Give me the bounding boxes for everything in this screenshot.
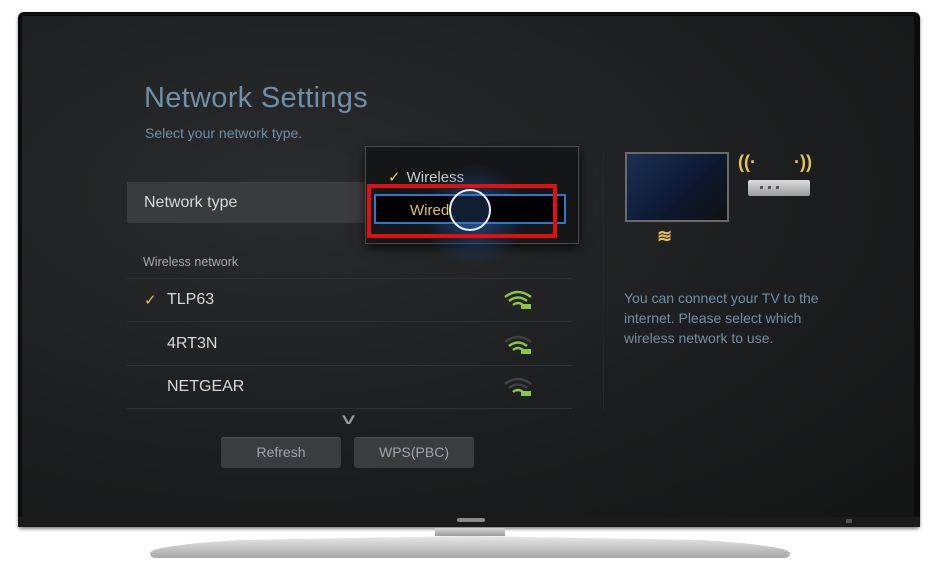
wifi-signal-icon xyxy=(504,335,532,354)
wireless-network-section-label: Wireless network xyxy=(143,255,239,269)
wifi-signal-icon xyxy=(504,377,532,396)
wps-pbc-button[interactable]: WPS(PBC) xyxy=(354,437,474,468)
network-name: NETGEAR xyxy=(167,378,245,395)
wifi-signal-icon xyxy=(504,290,532,309)
highlight-annotation-box xyxy=(367,184,557,238)
network-type-label: Network type xyxy=(144,194,238,211)
brand-logo xyxy=(457,518,485,522)
power-indicator xyxy=(846,519,852,523)
tv-illustration-icon xyxy=(625,152,729,222)
panel-divider xyxy=(603,150,604,410)
signal-waves-left-icon: ((· xyxy=(738,152,756,172)
router-led xyxy=(776,186,779,189)
network-name: 4RT3N xyxy=(167,335,218,352)
router-led xyxy=(760,186,763,189)
router-illustration-icon xyxy=(748,180,810,196)
tv-stand xyxy=(150,528,790,558)
router-led xyxy=(768,186,771,189)
chevron-down-icon[interactable]: ∨ xyxy=(339,410,359,428)
signal-waves-right-icon: ·)) xyxy=(794,152,812,172)
divider xyxy=(127,408,572,409)
page-subtitle: Select your network type. xyxy=(145,125,303,141)
stand-neck xyxy=(435,528,505,536)
refresh-button[interactable]: Refresh xyxy=(221,437,341,468)
network-name: TLP63 xyxy=(167,291,215,308)
stand-base xyxy=(150,536,790,558)
page-title: Network Settings xyxy=(144,82,368,114)
checkmark-icon: ✓ xyxy=(144,292,157,309)
help-text: You can connect your TV to the internet.… xyxy=(624,290,819,346)
signal-waves-icon: ≋ xyxy=(657,226,673,246)
